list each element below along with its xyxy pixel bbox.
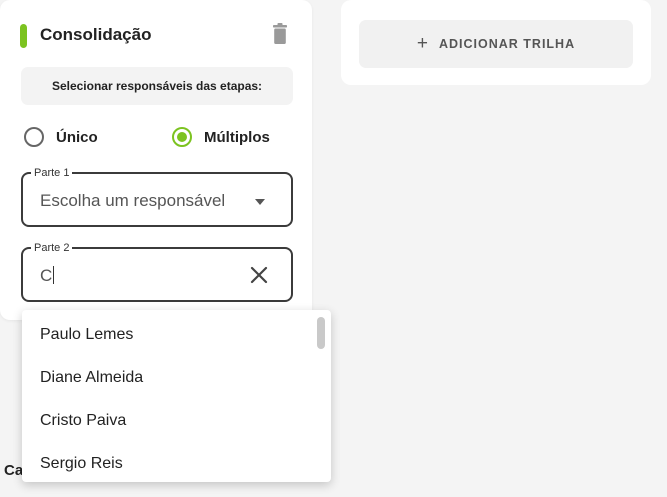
- part2-autocomplete[interactable]: Parte 2 C: [21, 241, 293, 302]
- trash-icon[interactable]: [272, 22, 288, 46]
- dropdown-option[interactable]: Paulo Lemes: [40, 326, 133, 344]
- plus-icon: +: [416, 33, 429, 54]
- instruction-label: Selecionar responsáveis das etapas:: [21, 67, 293, 105]
- dropdown-option[interactable]: Diane Almeida: [40, 369, 143, 387]
- card-title: Consolidação: [40, 25, 152, 44]
- consolidation-card: Consolidação Selecionar responsáveis das…: [0, 0, 312, 320]
- accent-bar: [20, 24, 27, 48]
- add-trail-card: + ADICIONAR TRILHA: [341, 0, 651, 85]
- autocomplete-dropdown: Paulo Lemes Diane Almeida Cristo Paiva S…: [22, 310, 331, 482]
- chevron-down-icon[interactable]: [255, 199, 265, 205]
- card-header: Consolidação: [20, 22, 292, 48]
- radio-unique[interactable]: Único: [24, 126, 98, 148]
- part2-input[interactable]: C: [40, 266, 55, 286]
- dropdown-option[interactable]: Cristo Paiva: [40, 412, 126, 430]
- dropdown-scrollbar[interactable]: [317, 317, 325, 349]
- add-trail-button[interactable]: + ADICIONAR TRILHA: [359, 20, 633, 68]
- part1-select[interactable]: Parte 1 Escolha um responsável: [21, 166, 293, 227]
- radio-multiple-circle[interactable]: [172, 127, 192, 147]
- part1-value: Escolha um responsável: [40, 191, 226, 210]
- background-section-text: Ca: [4, 462, 24, 479]
- add-trail-label: ADICIONAR TRILHA: [438, 37, 576, 51]
- part2-legend: Parte 2: [31, 241, 73, 255]
- part1-legend: Parte 1: [31, 166, 73, 180]
- close-icon[interactable]: [249, 265, 269, 285]
- radio-multiple[interactable]: Múltiplos: [172, 126, 270, 148]
- radio-multiple-label: Múltiplos: [204, 128, 270, 146]
- text-cursor: [53, 266, 55, 284]
- part2-input-value: C: [40, 266, 53, 285]
- radio-unique-circle[interactable]: [24, 127, 44, 147]
- radio-unique-label: Único: [56, 128, 98, 146]
- dropdown-option[interactable]: Sergio Reis: [40, 455, 123, 473]
